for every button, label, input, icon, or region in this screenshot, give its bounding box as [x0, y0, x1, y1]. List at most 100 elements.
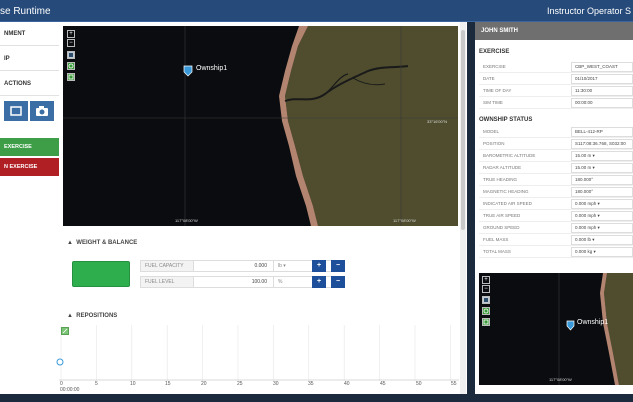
row-label: TIME OF DAY: [483, 88, 512, 93]
zoom-out-button[interactable]: −: [67, 39, 75, 47]
timeline-tick: 40: [344, 381, 350, 387]
fuel-level-minus-button[interactable]: −: [331, 276, 345, 288]
time-of-day-value: 11:30:00: [571, 86, 633, 96]
map-edit-button[interactable]: [67, 62, 75, 70]
timeline-playhead-icon[interactable]: [56, 358, 64, 366]
map-coordinate-label: 33°16'00"N: [427, 119, 448, 124]
magnetic-heading-row: MAGNETIC HEADING 180.000°: [479, 186, 633, 198]
collapse-icon: ▲: [67, 240, 77, 246]
mini-zoom-in-button[interactable]: +: [482, 276, 490, 284]
sidebar-item-label: NMENT: [4, 31, 26, 37]
start-exercise-button[interactable]: EXERCISE: [0, 138, 59, 156]
map-layer-button[interactable]: [67, 51, 75, 59]
chevron-down-icon: ▾: [281, 263, 286, 269]
mini-zoom-out-button[interactable]: −: [482, 285, 490, 293]
row-label: INDICATED AIR SPEED: [483, 201, 532, 206]
map-coordinate-label: 117°08'00"W: [393, 218, 416, 223]
app-title: se Runtime: [0, 6, 51, 17]
map-coordinate-label: 117°08'00"W: [175, 218, 198, 223]
true-air-speed-row: TRUE AIR SPEED 0.000 mph ▾: [479, 210, 633, 222]
indicated-air-speed-select[interactable]: 0.000 mph ▾: [571, 199, 633, 209]
timeline-tick: 35: [308, 381, 314, 387]
mini-map[interactable]: + − Ownship1 117°08'00"W: [479, 273, 633, 385]
row-label: GROUND SPEED: [483, 225, 520, 230]
map-terrain: [63, 26, 458, 226]
edit-icon: [68, 63, 74, 69]
fuel-capacity-plus-button[interactable]: +: [312, 260, 326, 272]
timeline-tick: 15: [165, 381, 171, 387]
fuel-mass-row: FUEL MASS 0.000 lb ▾: [479, 234, 633, 246]
true-heading-value: 180.000°: [571, 175, 633, 185]
repositions-header[interactable]: ▲ REPOSITIONS: [67, 313, 117, 319]
true-heading-row: TRUE HEADING 180.000°: [479, 174, 633, 186]
true-air-speed-select[interactable]: 0.000 mph ▾: [571, 211, 633, 221]
radar-altitude-select[interactable]: 15.00 m ▾: [571, 163, 633, 173]
expand-icon: [483, 319, 489, 325]
add-reposition-button[interactable]: [61, 327, 69, 335]
total-mass-select[interactable]: 0.000 kg ▾: [571, 247, 633, 257]
row-label: TRUE AIR SPEED: [483, 213, 521, 218]
sidebar-item-label: IP: [4, 56, 10, 62]
sidebar: NMENT IP ACTIONS EXERCISE N EXERCISE: [0, 22, 59, 394]
row-label: RADAR ALTITUDE: [483, 165, 522, 170]
fuel-capacity-field[interactable]: 0.000: [193, 261, 273, 271]
section-title: WEIGHT & BALANCE: [76, 240, 138, 246]
section-title: REPOSITIONS: [76, 313, 118, 319]
sidebar-item-label: ACTIONS: [4, 81, 31, 87]
camera-icon: [36, 106, 48, 116]
row-label: TOTAL MASS: [483, 249, 511, 254]
magnetic-heading-value: 180.000°: [571, 187, 633, 197]
fuel-level-field[interactable]: 100.00: [193, 277, 273, 287]
map-coordinate-label: 117°08'00"W: [549, 377, 572, 382]
date-row: DATE 01/10/2017: [479, 73, 633, 85]
sidebar-item-environment[interactable]: NMENT: [0, 22, 59, 46]
total-mass-row: TOTAL MASS 0.000 kg ▾: [479, 246, 633, 258]
layers-button[interactable]: [4, 101, 28, 121]
indicated-air-speed-row: INDICATED AIR SPEED 0.000 mph ▾: [479, 198, 633, 210]
camera-button[interactable]: [30, 101, 54, 121]
main-map[interactable]: + − Ownship1 117°08'00"W 117°08'00"W 33°…: [63, 26, 458, 226]
sidebar-item-actions[interactable]: ACTIONS: [0, 72, 59, 96]
edit-icon: [483, 308, 489, 314]
model-row: MODEL BELL-412-RP: [479, 126, 633, 138]
reposition-timeline[interactable]: 0 5 10 15 20 25 30 35 40 45 50 55 00:00:…: [56, 325, 459, 393]
mini-map-expand-button[interactable]: [482, 318, 490, 326]
weight-balance-header[interactable]: ▲ WEIGHT & BALANCE: [67, 240, 137, 246]
fuel-level-label: FUEL LEVEL: [141, 277, 193, 287]
button-label: N EXERCISE: [4, 164, 38, 170]
fuel-level-row: FUEL LEVEL 100.00 %: [140, 276, 332, 288]
map-expand-button[interactable]: [67, 73, 75, 81]
button-label: EXERCISE: [4, 144, 32, 150]
fuel-mass-select[interactable]: 0.000 lb ▾: [571, 235, 633, 245]
fuel-capacity-label: FUEL CAPACITY: [141, 261, 193, 271]
ownship-marker-icon[interactable]: [183, 65, 193, 77]
position-value: S117:08:36.768, S032:00: [571, 139, 633, 149]
timeline-tick: 50: [416, 381, 422, 387]
end-exercise-button[interactable]: N EXERCISE: [0, 158, 59, 176]
status-panel: JOHN SMITH EXERCISE EXERCISE CBP_WEST_COA…: [475, 22, 633, 394]
layers-icon: [10, 106, 22, 116]
row-label: MODEL: [483, 129, 500, 134]
ground-speed-select[interactable]: 0.000 mph ▾: [571, 223, 633, 233]
ownship-marker-icon[interactable]: [566, 320, 575, 331]
timeline-grid: [59, 325, 459, 381]
sim-time-row: SIM TIME 00:00:00: [479, 97, 633, 109]
main-scrollbar[interactable]: [460, 22, 466, 394]
ownship-label: Ownship1: [196, 65, 228, 72]
exercise-value: CBP_WEST_COAST: [571, 62, 633, 72]
row-label: MAGNETIC HEADING: [483, 189, 529, 194]
zoom-in-button[interactable]: +: [67, 30, 75, 38]
row-label: BAROMETRIC ALTITUDE: [483, 153, 536, 158]
ground-speed-row: GROUND SPEED 0.000 mph ▾: [479, 222, 633, 234]
ownship-section-title: OWNSHIP STATUS: [479, 117, 533, 123]
fuel-capacity-minus-button[interactable]: −: [331, 260, 345, 272]
fuel-level-plus-button[interactable]: +: [312, 276, 326, 288]
mini-map-layer-button[interactable]: [482, 296, 490, 304]
unit-label: %: [278, 279, 283, 285]
weight-balance-indicator: [72, 261, 130, 287]
exercise-section-title: EXERCISE: [479, 49, 510, 55]
sidebar-item-ownship[interactable]: IP: [0, 47, 59, 71]
scroll-thumb[interactable]: [461, 30, 465, 230]
mini-map-edit-button[interactable]: [482, 307, 490, 315]
barometric-altitude-select[interactable]: 15.00 m ▾: [571, 151, 633, 161]
